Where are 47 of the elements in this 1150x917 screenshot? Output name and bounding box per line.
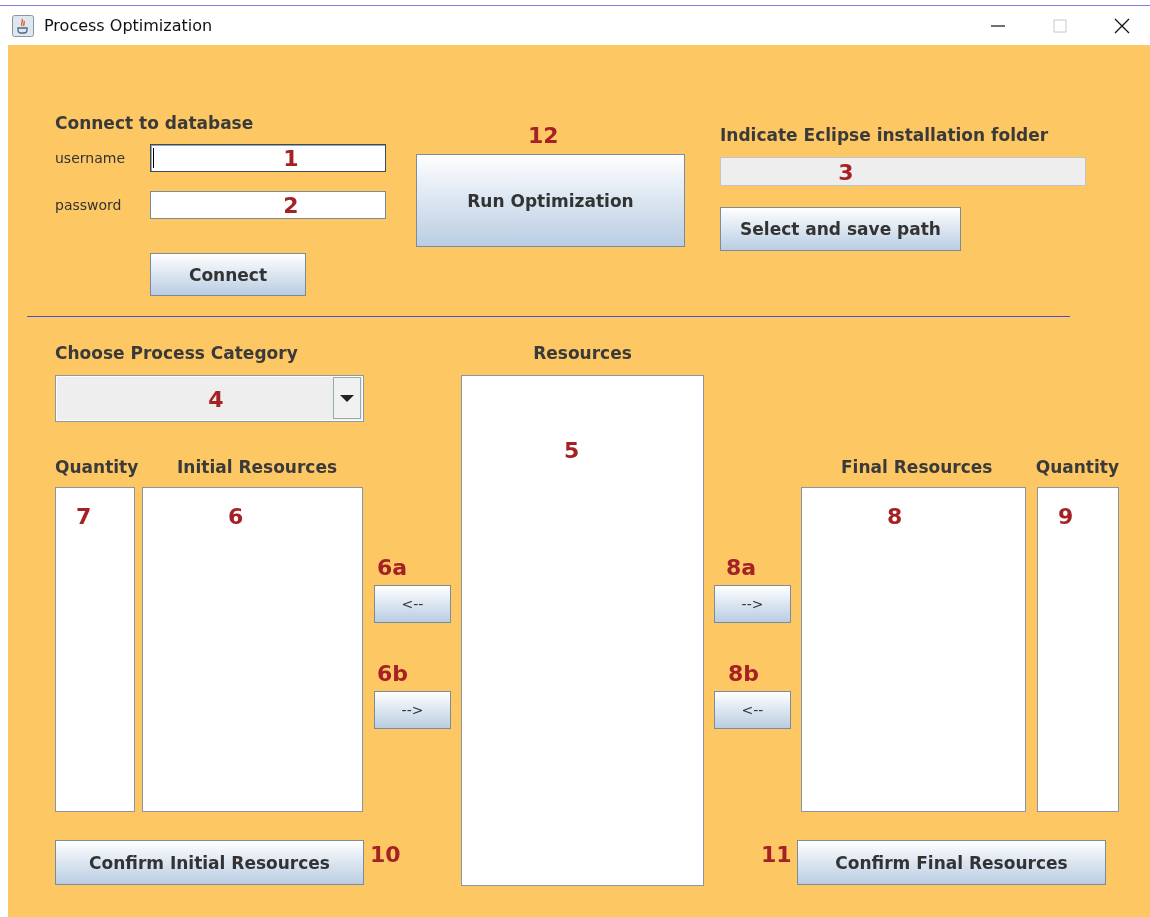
annotation-number: 6 xyxy=(228,504,244,529)
field-label: password xyxy=(55,197,123,213)
resources-list[interactable]: 5 xyxy=(461,375,704,886)
annotation-number: 1 xyxy=(283,145,299,171)
column-label: Initial Resources xyxy=(177,457,338,477)
column-label: Final Resources xyxy=(841,457,994,477)
annotation-number: 5 xyxy=(564,438,580,463)
annotation-number: 8b xyxy=(728,661,761,687)
confirm-initial-button[interactable]: Confirm Initial Resources xyxy=(55,840,364,885)
annotation-number: 9 xyxy=(1058,504,1074,529)
annotation-number: 7 xyxy=(76,504,92,529)
path-field[interactable]: 3 xyxy=(720,157,1086,186)
quantity-list[interactable]: 9 xyxy=(1037,487,1119,812)
connect-button[interactable]: Connect xyxy=(150,253,306,296)
category-dropdown[interactable]: 4 xyxy=(55,375,364,422)
field-label: Choose Process Category xyxy=(55,343,299,363)
move-button[interactable]: --> xyxy=(374,691,451,729)
section-heading: Connect to database xyxy=(55,113,255,133)
input-field[interactable]: 1 xyxy=(150,144,386,172)
field-label: Indicate Eclipse installation folder xyxy=(720,125,1050,145)
annotation-number: 6b xyxy=(377,661,410,687)
column-label: Resources xyxy=(532,343,633,363)
column-label: Quantity xyxy=(55,457,140,477)
column-label: Quantity xyxy=(1035,457,1119,477)
quantity-list[interactable]: 7 xyxy=(55,487,135,812)
annotation-number: 4 xyxy=(208,386,224,411)
field-label: username xyxy=(55,150,126,166)
confirm-final-button[interactable]: Confirm Final Resources xyxy=(797,840,1106,885)
initial-resources-list[interactable]: 6 xyxy=(142,487,363,812)
annotation-number: 12 xyxy=(528,123,559,148)
annotation-number: 3 xyxy=(838,159,854,184)
final-resources-list[interactable]: 8 xyxy=(801,487,1026,812)
move-button[interactable]: --> xyxy=(714,585,791,623)
annotation-number: 6a xyxy=(377,555,409,581)
annotation-number: 10 xyxy=(370,842,401,867)
select-path-button[interactable]: Select and save path xyxy=(720,207,961,251)
move-button[interactable]: <-- xyxy=(374,585,451,623)
annotation-number: 11 xyxy=(761,842,791,867)
coffee-cup-icon xyxy=(12,14,34,37)
annotation-number: 8a xyxy=(726,555,758,581)
input-field[interactable]: 2 xyxy=(150,191,386,219)
move-button[interactable]: <-- xyxy=(714,691,791,729)
run-optimization-button[interactable]: Run Optimization xyxy=(416,154,685,247)
annotation-number: 8 xyxy=(887,504,903,529)
window-title: Process Optimization xyxy=(44,16,213,35)
close-icon[interactable] xyxy=(1114,17,1130,34)
annotation-number: 2 xyxy=(283,192,299,218)
